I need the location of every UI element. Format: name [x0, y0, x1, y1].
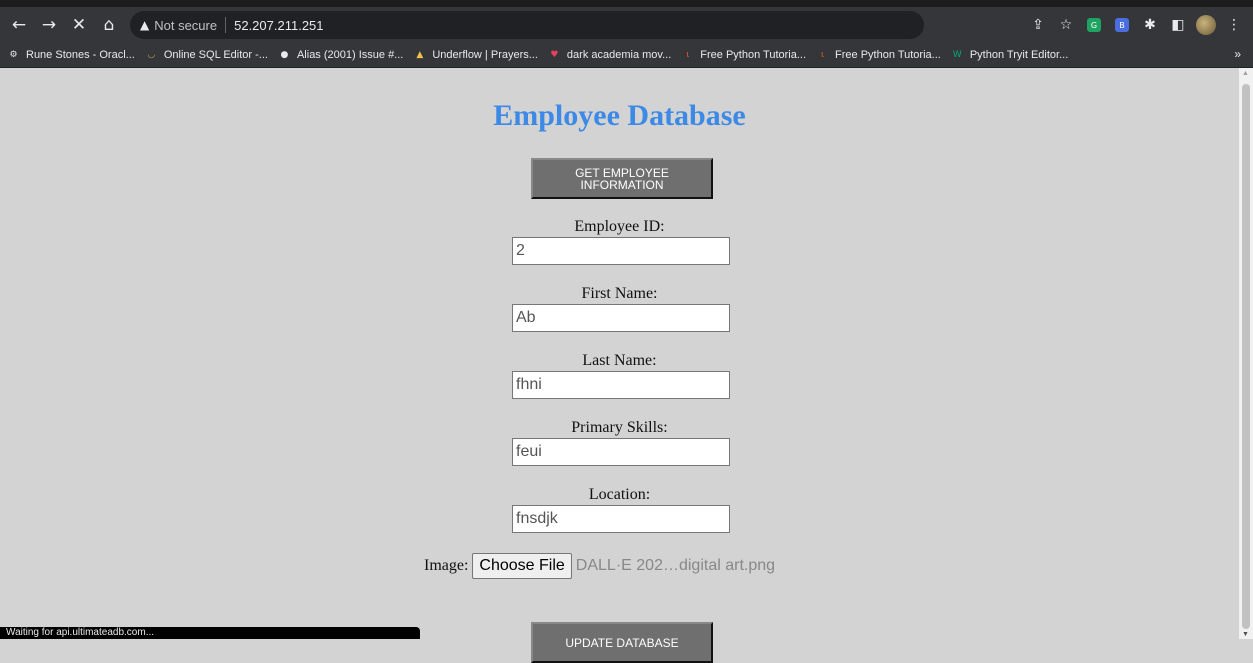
gear-icon: ⚙ [9, 50, 18, 60]
first-name-input[interactable]: Ab [512, 304, 730, 332]
tutorial-icon: ɩ [686, 50, 690, 60]
selected-file-name: DALL·E 202…digital art.png [575, 557, 776, 574]
bookmark-label: Alias (2001) Issue #... [296, 49, 404, 61]
tutorial-icon: ɩ [821, 50, 825, 60]
sql-icon: ◡ [147, 50, 156, 60]
bookmark-item[interactable]: ⚙ Rune Stones - Oracl... [7, 49, 135, 62]
browser-toolbar: ← → ✕ ⌂ ▲ Not secure 52.207.211.251 ⇪ ☆ … [0, 7, 1253, 43]
get-employee-info-label: GET EMPLOYEE INFORMATION [575, 165, 669, 192]
bookmark-label: Python Tryit Editor... [969, 49, 1069, 61]
extension-b-icon[interactable]: B [1111, 14, 1133, 36]
primary-skills-input[interactable]: feui [512, 438, 730, 466]
toolbar-actions: ⇪ ☆ G B ✱ ◧ ⋮ [1027, 7, 1245, 43]
profile-avatar[interactable] [1195, 14, 1217, 36]
location-label: Location: [588, 486, 651, 503]
bookmark-item[interactable]: ▲ Underflow | Prayers... [413, 49, 538, 62]
warning-icon[interactable]: ▲ [140, 18, 149, 32]
w3schools-icon: W [952, 50, 962, 60]
back-icon[interactable]: ← [6, 12, 32, 38]
primary-skills-label: Primary Skills: [571, 419, 668, 436]
scroll-down-icon[interactable]: ▼ [1242, 631, 1249, 638]
page-title: Employee Database [493, 99, 746, 132]
bookmark-label: Underflow | Prayers... [432, 49, 538, 61]
bookmark-item[interactable]: ♥ dark academia mov... [548, 49, 671, 62]
window-top-strip [0, 0, 1253, 7]
share-icon[interactable]: ⇪ [1027, 14, 1049, 36]
scroll-thumb[interactable] [1242, 84, 1250, 629]
heart-icon: ♥ [550, 50, 559, 60]
image-label: Image: [424, 557, 469, 574]
github-icon: ● [280, 50, 289, 60]
bookmark-label: dark academia mov... [566, 49, 672, 61]
extensions-puzzle-icon[interactable]: ✱ [1139, 14, 1161, 36]
extension-grammarly-icon[interactable]: G [1083, 14, 1105, 36]
bookmark-item[interactable]: ◡ Online SQL Editor -... [145, 49, 268, 62]
bookmark-label: Free Python Tutoria... [700, 49, 807, 61]
location-input[interactable]: fnsdjk [512, 505, 730, 533]
menu-kebab-icon[interactable]: ⋮ [1223, 14, 1245, 36]
bookmark-item[interactable]: ● Alias (2001) Issue #... [278, 49, 404, 62]
address-bar[interactable]: ▲ Not secure 52.207.211.251 [130, 11, 924, 39]
underflow-icon: ▲ [416, 50, 424, 60]
bookmarks-overflow-icon[interactable]: » [1234, 47, 1241, 61]
last-name-input[interactable]: fhni [512, 371, 730, 399]
home-icon[interactable]: ⌂ [96, 12, 122, 38]
security-label[interactable]: Not secure [154, 18, 217, 33]
forward-icon[interactable]: → [36, 12, 62, 38]
bookmark-item[interactable]: W Python Tryit Editor... [951, 49, 1068, 62]
bookmark-label: Rune Stones - Oracl... [26, 49, 135, 61]
employee-id-label: Employee ID: [574, 218, 665, 235]
url-text[interactable]: 52.207.211.251 [234, 18, 323, 33]
page-scrollbar[interactable]: ▲ ▼ [1239, 68, 1253, 639]
employee-id-input[interactable]: 2 [512, 237, 730, 265]
choose-file-button[interactable]: Choose File [472, 553, 572, 579]
scroll-up-icon[interactable]: ▲ [1242, 70, 1249, 77]
bookmark-star-icon[interactable]: ☆ [1055, 14, 1077, 36]
last-name-label: Last Name: [582, 352, 657, 369]
get-employee-info-button[interactable]: GET EMPLOYEE INFORMATION [531, 158, 713, 199]
stop-icon[interactable]: ✕ [66, 12, 92, 38]
first-name-label: First Name: [581, 285, 658, 302]
side-panel-icon[interactable]: ◧ [1167, 14, 1189, 36]
address-separator [225, 17, 227, 33]
bookmark-item[interactable]: ɩ Free Python Tutoria... [681, 49, 806, 62]
image-upload-row: Image: Choose File DALL·E 202…digital ar… [424, 553, 775, 579]
bookmarks-bar: ⚙ Rune Stones - Oracl... ◡ Online SQL Edito… [0, 43, 1253, 68]
bookmark-label: Free Python Tutoria... [835, 49, 941, 61]
update-database-button[interactable]: UPDATE DATABASE [531, 622, 713, 663]
page-content: Employee Database GET EMPLOYEE INFORMATI… [0, 68, 1239, 663]
bookmark-item[interactable]: ɩ Free Python Tutoria... [816, 49, 941, 62]
bookmark-label: Online SQL Editor -... [163, 49, 268, 61]
status-bubble: Waiting for api.ultimateadb.com... [0, 627, 420, 639]
